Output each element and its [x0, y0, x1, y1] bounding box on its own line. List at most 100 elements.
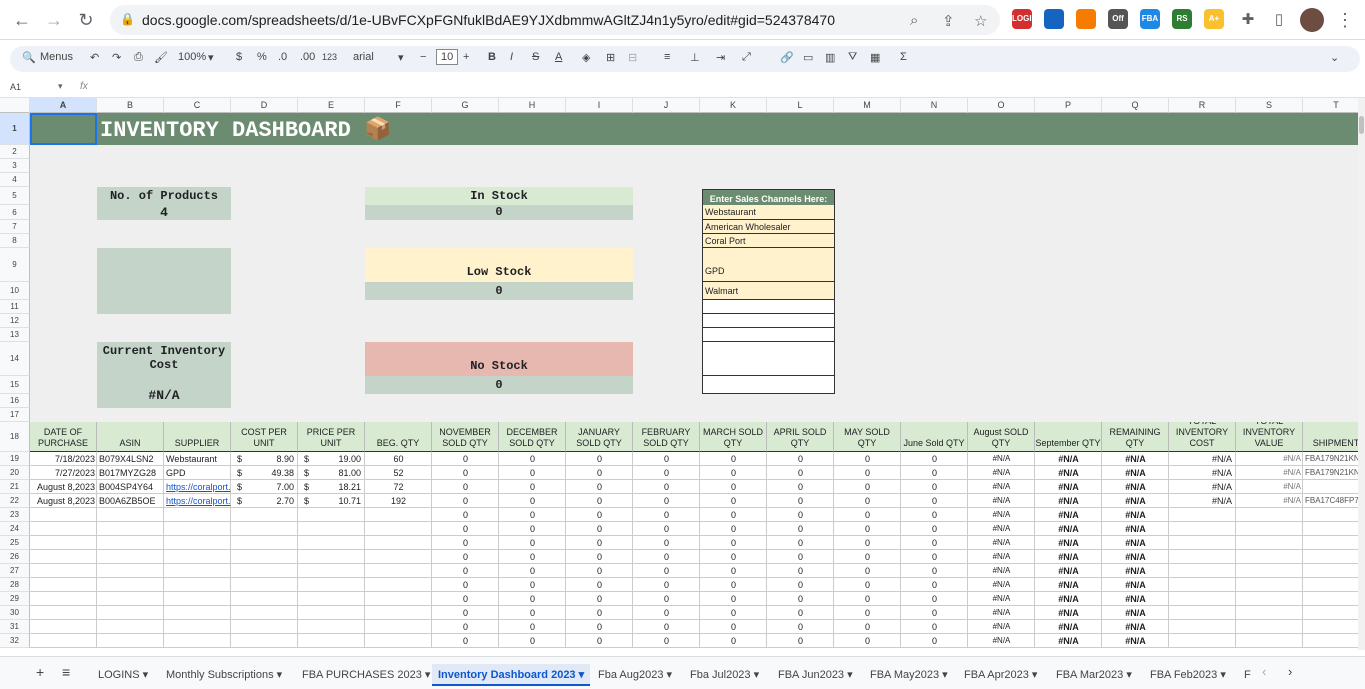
table-cell[interactable] [365, 578, 432, 592]
row-header[interactable]: 14 [0, 342, 30, 376]
supplier[interactable]: GPD [164, 466, 231, 480]
table-cell[interactable] [231, 606, 298, 620]
table-cell[interactable] [365, 634, 432, 648]
purchase-date[interactable]: 7/18/2023 [30, 452, 97, 466]
table-cell[interactable] [164, 508, 231, 522]
table-cell[interactable] [97, 578, 164, 592]
table-cell[interactable] [298, 620, 365, 634]
row-header[interactable]: 8 [0, 234, 30, 248]
sheet-tab[interactable]: FBA PURCHASES 2023 ▾ [296, 664, 436, 686]
sales-channel-cell[interactable] [702, 300, 835, 314]
supplier[interactable]: Webstaurant [164, 452, 231, 466]
table-cell[interactable] [30, 564, 97, 578]
column-header[interactable]: G [432, 98, 499, 113]
table-cell[interactable] [164, 536, 231, 550]
sheet-tab[interactable]: FBA Jun2023 ▾ [772, 664, 859, 686]
chevron-down-icon[interactable]: ▾ [1123, 669, 1132, 681]
sheet-tab[interactable]: LOGINS ▾ [92, 664, 154, 686]
row-header[interactable]: 13 [0, 328, 30, 342]
italic-button[interactable]: I [510, 51, 513, 63]
table-cell[interactable] [298, 592, 365, 606]
row-header[interactable]: 15 [0, 376, 30, 394]
percent-button[interactable]: % [257, 51, 267, 63]
row-header[interactable]: 6 [0, 205, 30, 220]
row-header[interactable]: 27 [0, 564, 30, 578]
sales-channel-cell[interactable]: Webstaurant [702, 205, 835, 220]
table-cell[interactable] [1303, 592, 1358, 606]
table-cell[interactable] [1236, 578, 1303, 592]
cost-per-unit[interactable]: 2.70 [231, 494, 298, 508]
table-cell[interactable] [1303, 634, 1358, 648]
row-header[interactable]: 29 [0, 592, 30, 606]
table-cell[interactable] [1303, 564, 1358, 578]
link-icon[interactable]: 🔗 [780, 51, 794, 64]
column-header[interactable]: M [834, 98, 901, 113]
table-cell[interactable] [365, 592, 432, 606]
column-header[interactable]: O [968, 98, 1035, 113]
table-cell[interactable] [164, 564, 231, 578]
table-cell[interactable] [1236, 550, 1303, 564]
sheet-tab[interactable]: Inventory Dashboard 2023 ▾ [432, 664, 591, 686]
sheet-tab[interactable]: Fba Aug2023 ▾ [592, 664, 678, 686]
undo-icon[interactable]: ↶ [90, 51, 99, 64]
beg-qty[interactable]: 192 [365, 494, 432, 508]
table-cell[interactable] [1169, 578, 1236, 592]
row-header[interactable]: 1 [0, 113, 30, 145]
table-cell[interactable] [1169, 606, 1236, 620]
print-icon[interactable]: ⎙ [134, 51, 143, 64]
forward-icon[interactable]: → [42, 8, 66, 32]
table-cell[interactable] [1169, 620, 1236, 634]
extension-icon[interactable] [1076, 9, 1096, 29]
strikethrough-button[interactable]: S [532, 51, 539, 63]
purchase-date[interactable]: 7/27/2023 [30, 466, 97, 480]
row-header[interactable]: 28 [0, 578, 30, 592]
table-cell[interactable] [30, 578, 97, 592]
table-cell[interactable] [30, 592, 97, 606]
row-header[interactable]: 25 [0, 536, 30, 550]
table-cell[interactable] [1236, 536, 1303, 550]
selected-cell-a1[interactable] [30, 113, 97, 145]
table-cell[interactable] [30, 522, 97, 536]
cost-per-unit[interactable]: 8.90 [231, 452, 298, 466]
row-header[interactable]: 32 [0, 634, 30, 648]
table-cell[interactable] [1169, 634, 1236, 648]
asin[interactable]: B00A6ZB5OE [97, 494, 164, 508]
table-cell[interactable] [164, 606, 231, 620]
extension-icon[interactable] [1044, 9, 1064, 29]
table-cell[interactable] [231, 634, 298, 648]
row-header[interactable]: 19 [0, 452, 30, 466]
row-header[interactable]: 22 [0, 494, 30, 508]
column-header[interactable]: F [365, 98, 432, 113]
scroll-tabs-right-icon[interactable]: › [1288, 664, 1292, 679]
table-cell[interactable] [97, 536, 164, 550]
chevron-down-icon[interactable]: ▾ [663, 669, 673, 681]
purchase-date[interactable]: August 8,2023 [30, 494, 97, 508]
search-menus-icon[interactable]: 🔍 [22, 51, 36, 64]
column-header[interactable]: D [231, 98, 298, 113]
table-cell[interactable] [97, 592, 164, 606]
beg-qty[interactable]: 60 [365, 452, 432, 466]
column-header[interactable]: T [1303, 98, 1358, 113]
vertical-scrollbar[interactable] [1358, 98, 1365, 650]
font-select[interactable]: arial [353, 51, 374, 63]
table-cell[interactable] [1236, 634, 1303, 648]
table-cell[interactable] [1169, 592, 1236, 606]
table-cell[interactable] [298, 550, 365, 564]
shipment-id[interactable]: FBA179N21KN4 [1303, 466, 1358, 480]
row-header[interactable]: 9 [0, 248, 30, 282]
extensions-puzzle-icon[interactable]: ✚ [1236, 8, 1260, 32]
decrease-font-icon[interactable]: − [420, 51, 426, 63]
table-cell[interactable] [231, 592, 298, 606]
table-cell[interactable] [365, 606, 432, 620]
shipment-id[interactable] [1303, 480, 1358, 494]
sales-channel-cell[interactable] [702, 328, 835, 342]
sales-channel-cell[interactable]: GPD [702, 248, 835, 282]
collapse-toolbar-icon[interactable]: ⌄ [1330, 51, 1339, 64]
chevron-down-icon[interactable]: ▾ [1029, 669, 1038, 681]
paint-format-icon[interactable]: 🖌 [154, 51, 168, 64]
row-header[interactable]: 24 [0, 522, 30, 536]
supplier[interactable]: https://coralport. [164, 494, 231, 508]
text-wrap-icon[interactable]: ⇥ [716, 51, 725, 64]
sheet-tab[interactable]: F [1238, 664, 1257, 686]
table-cell[interactable] [298, 522, 365, 536]
